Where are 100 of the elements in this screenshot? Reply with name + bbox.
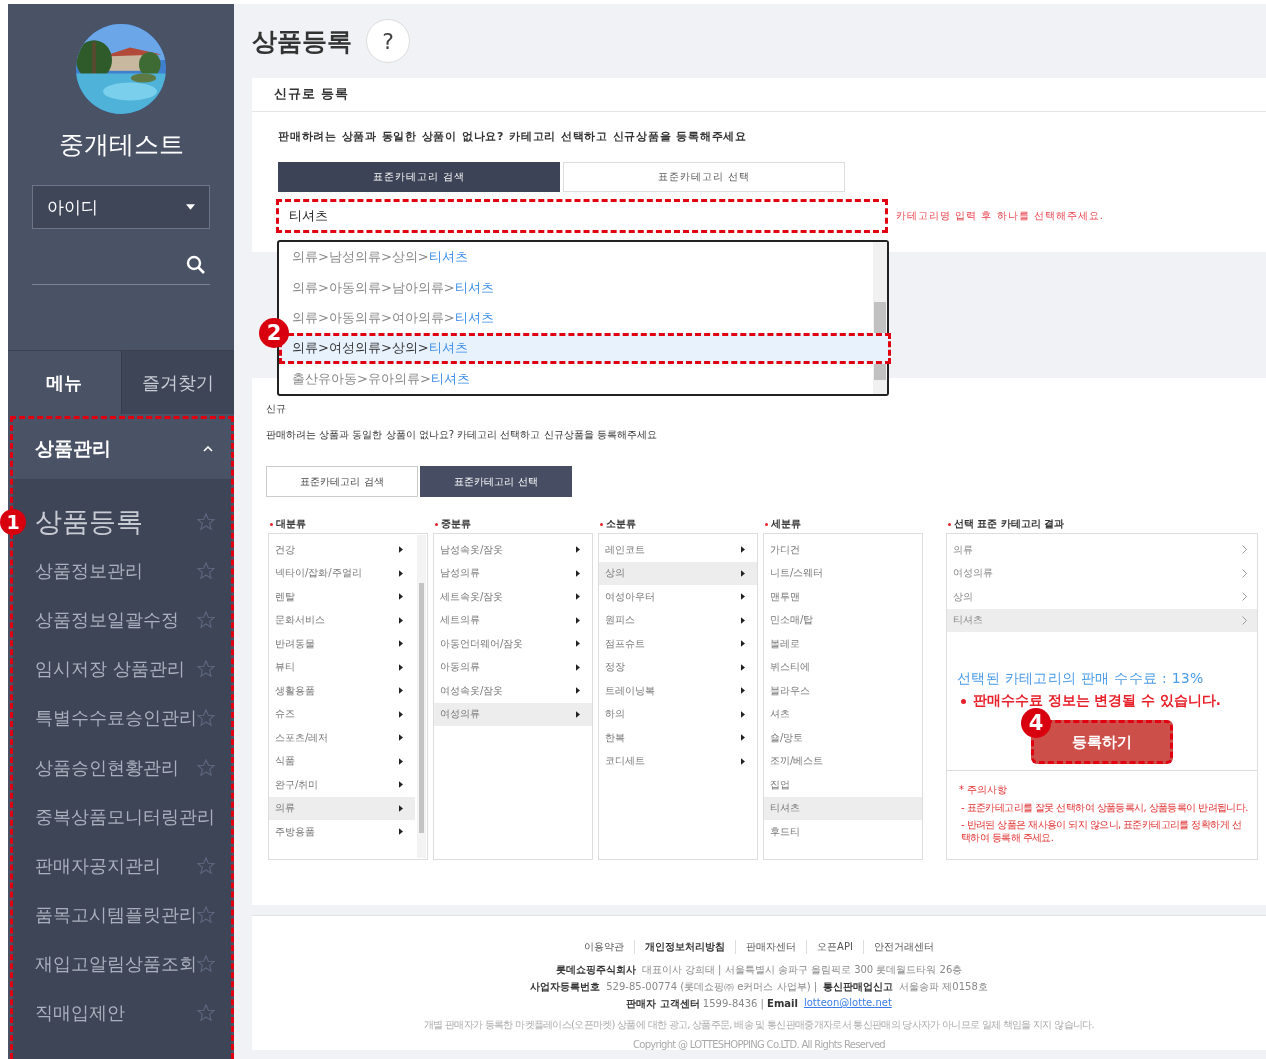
category-item[interactable]: 의류 (269, 796, 415, 820)
description: 판매하려는 상품과 동일한 상품이 없나요? 카테고리 선택하고 신규상품을 등록해주세요 (266, 428, 658, 442)
category-item[interactable]: 슈즈 (269, 702, 415, 726)
menu-item[interactable]: 상품등록 (35, 503, 143, 540)
category-item[interactable]: 렌탈 (269, 585, 415, 609)
triangle-icon (399, 757, 403, 765)
triangle-icon (576, 546, 580, 554)
category-item[interactable]: 넥타이/잡화/주얼리 (269, 561, 415, 585)
menu-item[interactable]: 임시저장 상품관리 (35, 657, 185, 682)
menu-item[interactable]: 판매자공지관리 (35, 853, 161, 878)
triangle-icon (741, 757, 745, 765)
menu-item[interactable]: 재입고알림상품조회 (35, 952, 197, 977)
triangle-icon (741, 734, 745, 742)
triangle-icon (399, 569, 403, 577)
hint-text: 카테고리명 입력 후 하나를 선택해주세요. (896, 209, 1104, 223)
star-icon[interactable] (197, 610, 215, 629)
category-item[interactable]: 숄/망토 (764, 726, 922, 750)
star-icon[interactable] (197, 758, 215, 777)
dropdown-option[interactable]: 의류>남성의류>상의>티셔츠 (279, 242, 873, 273)
star-icon[interactable] (197, 856, 215, 875)
category-item[interactable]: 셔츠 (764, 702, 922, 726)
menu-tab[interactable]: 즐겨찾기 (120, 351, 234, 414)
triangle-icon (399, 734, 403, 742)
result-item: 티셔츠 (947, 608, 1257, 632)
dropdown-option[interactable]: 의류>아동의류>남아의류>티셔츠 (279, 272, 873, 303)
category-item[interactable]: 여성의류 (434, 702, 592, 726)
footer-link[interactable]: 판매자센터 (735, 940, 807, 954)
triangle-icon (399, 687, 403, 695)
category-item[interactable]: 한복 (599, 726, 757, 750)
category-item[interactable]: 스포츠/레저 (269, 726, 415, 750)
category-item[interactable]: 블라우스 (764, 679, 922, 703)
category-item[interactable]: 티셔츠 (764, 796, 922, 820)
category-item[interactable]: 맨투맨 (764, 585, 922, 609)
category-item[interactable]: 가디건 (764, 538, 922, 562)
help-button[interactable]: ? (366, 19, 410, 63)
category-item[interactable]: 레인코트 (599, 538, 757, 562)
category-item[interactable]: 볼레로 (764, 632, 922, 656)
triangle-icon (576, 569, 580, 577)
category-item[interactable]: 세트속옷/잠옷 (434, 585, 592, 609)
menu-item[interactable]: 상품정보일괄수정 (35, 607, 179, 632)
category-tab[interactable]: 표준카테고리 검색 (266, 466, 418, 497)
category-item[interactable]: 상의 (599, 561, 757, 585)
category-tab[interactable]: 표준카테고리 검색 (278, 162, 560, 192)
triangle-icon (741, 687, 745, 695)
scrollbar[interactable] (417, 535, 426, 858)
category-item[interactable]: 하의 (599, 702, 757, 726)
category-item[interactable]: 집업 (764, 773, 922, 797)
dropdown-option[interactable]: 출산유아동>유아의류>티셔츠 (279, 363, 873, 395)
star-icon[interactable] (197, 561, 215, 580)
footer-link[interactable]: 개인정보처리방침 (634, 940, 736, 954)
category-item[interactable]: 코디세트 (599, 749, 757, 773)
category-item[interactable]: 반려동물 (269, 632, 415, 656)
star-icon[interactable] (197, 709, 215, 728)
category-item[interactable]: 주방용품 (269, 820, 415, 844)
triangle-icon (399, 781, 403, 789)
menu-item[interactable]: 중복상품모니터링관리 (35, 804, 215, 829)
category-item[interactable]: 니트/스웨터 (764, 561, 922, 585)
footer-link[interactable]: 이용약관 (574, 940, 635, 954)
category-tab[interactable]: 표준카테고리 선택 (420, 466, 572, 497)
category-item[interactable]: 문화서비스 (269, 608, 415, 632)
category-tab[interactable]: 표준카테고리 선택 (563, 162, 845, 192)
category-item[interactable]: 건강 (269, 538, 415, 562)
email-link[interactable]: lotteon@lotte.net (803, 997, 892, 1011)
fee-text: 선택된 카테고리의 판매 수수료 : 13% (956, 670, 1205, 688)
category-item[interactable]: 아동의류 (434, 655, 592, 679)
menu-item[interactable]: 상품승인현황관리 (35, 755, 179, 780)
category-item[interactable]: 정장 (599, 655, 757, 679)
chevron-icon (203, 446, 213, 452)
category-item[interactable]: 후드티 (764, 820, 922, 844)
star-icon[interactable] (197, 512, 215, 531)
menu-item[interactable]: 직매입제안 (35, 1001, 125, 1026)
category-item[interactable]: 민소매/탑 (764, 608, 922, 632)
search-icon[interactable] (186, 254, 206, 275)
star-icon[interactable] (197, 955, 215, 974)
dropdown-option[interactable]: 의류>여성의류>상의>티셔츠 (279, 333, 891, 364)
category-item[interactable]: 식품 (269, 749, 415, 773)
category-item[interactable]: 뷔스티에 (764, 655, 922, 679)
category-item[interactable]: 생활용품 (269, 679, 415, 703)
category-item[interactable]: 원피스 (599, 608, 757, 632)
id-select[interactable]: 아이디 (32, 185, 210, 229)
star-icon[interactable] (197, 660, 215, 679)
star-icon[interactable] (197, 1004, 215, 1023)
star-icon[interactable] (197, 906, 215, 925)
footer-link[interactable]: 안전거래센터 (862, 940, 944, 954)
menu-item[interactable]: 특별수수료승인관리 (35, 706, 197, 731)
category-item[interactable]: 세트의류 (434, 608, 592, 632)
category-item[interactable]: 완구/취미 (269, 773, 415, 797)
menu-item[interactable]: 상품정보관리 (35, 558, 143, 583)
category-item[interactable]: 뷰티 (269, 655, 415, 679)
category-item[interactable]: 아동언더웨어/잠옷 (434, 632, 592, 656)
category-item[interactable]: 여성속옷/잠옷 (434, 679, 592, 703)
category-item[interactable]: 남성의류 (434, 561, 592, 585)
category-item[interactable]: 조끼/베스트 (764, 749, 922, 773)
category-item[interactable]: 여성아우터 (599, 585, 757, 609)
footer-link[interactable]: 오픈API (806, 940, 863, 954)
category-item[interactable]: 점프슈트 (599, 632, 757, 656)
category-item[interactable]: 트레이닝복 (599, 679, 757, 703)
input-field[interactable]: 티셔츠 (276, 199, 888, 233)
menu-item[interactable]: 품목고시템플릿관리 (35, 903, 197, 928)
category-item[interactable]: 남성속옷/잠옷 (434, 538, 592, 562)
